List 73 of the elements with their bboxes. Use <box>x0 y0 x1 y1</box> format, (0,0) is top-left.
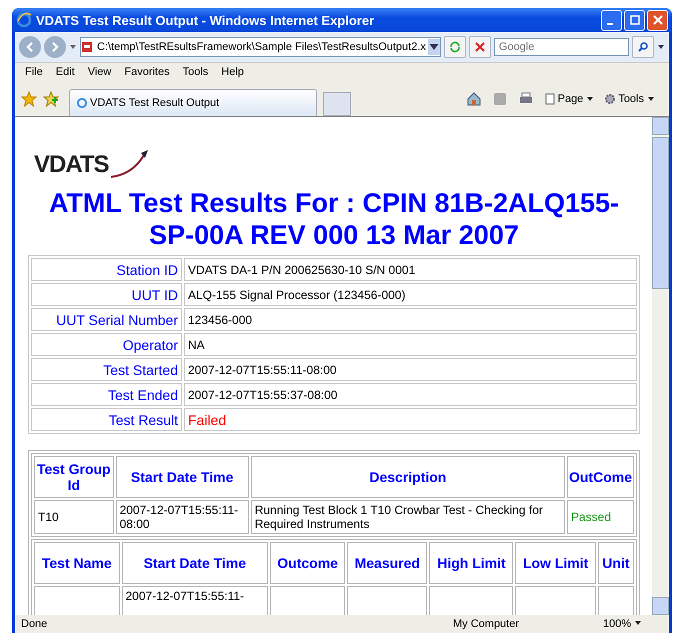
column-header: Outcome <box>270 542 346 584</box>
menu-item[interactable]: Edit <box>56 66 75 78</box>
menu-item[interactable]: Favorites <box>124 66 170 78</box>
caret-icon <box>634 619 642 627</box>
dropdown-icon[interactable] <box>657 43 665 51</box>
field-value: 123456-000 <box>184 308 637 331</box>
scrollbar[interactable] <box>652 117 669 615</box>
gear-icon <box>604 92 616 104</box>
home-icon[interactable] <box>466 90 482 106</box>
logo: VDATS <box>34 139 149 179</box>
page-menu[interactable]: Page <box>544 92 594 104</box>
field-value: 2007-12-07T15:55:11-08:00 <box>184 358 637 381</box>
page-heading: ATML Test Results For : CPIN 81B-2ALQ155-SP-00A REV 000 13 Mar 2007 <box>48 187 620 251</box>
column-header: Description <box>250 456 565 498</box>
star-icon[interactable] <box>21 90 37 106</box>
refresh-icon <box>448 41 461 53</box>
page-icon <box>544 92 556 104</box>
browser-icon <box>76 97 88 109</box>
file-icon <box>81 41 93 53</box>
column-header: Measured <box>347 542 428 584</box>
add-favorite-icon[interactable] <box>43 90 59 106</box>
menu-item[interactable]: Tools <box>182 66 208 78</box>
field-label: Operator <box>31 333 182 356</box>
column-header: Unit <box>598 542 634 584</box>
close-icon <box>652 15 662 25</box>
field-label: UUT Serial Number <box>31 308 182 331</box>
caret-icon <box>647 94 655 102</box>
back-button[interactable] <box>19 36 41 58</box>
minimize-icon <box>607 23 613 25</box>
field-value: NA <box>184 333 637 356</box>
zoom-control[interactable]: 100% <box>603 618 663 630</box>
field-label: UUT ID <box>31 283 182 306</box>
stop-icon <box>474 41 486 53</box>
stop-button[interactable] <box>468 36 491 58</box>
table-cell: Passed <box>566 500 634 534</box>
field-value: 2007-12-07T15:55:37-08:00 <box>184 383 637 406</box>
column-header: Test Name <box>34 542 120 584</box>
browser-icon <box>16 12 32 28</box>
menu-item[interactable]: Help <box>221 66 244 78</box>
zone-label: My Computer <box>453 618 520 630</box>
column-header: Low Limit <box>515 542 596 584</box>
column-header: OutCome <box>566 456 634 498</box>
field-label: Test Result <box>31 408 182 431</box>
close-button[interactable] <box>647 10 668 30</box>
maximize-button[interactable] <box>624 10 645 30</box>
window-title: VDATS Test Result Output - Windows Internet Explorer <box>36 12 376 28</box>
column-header: Test Group Id <box>34 456 114 498</box>
field-value: VDATS DA-1 P/N 200625630-10 S/N 0001 <box>184 258 637 281</box>
minimize-button[interactable] <box>601 10 622 30</box>
field-value: Failed <box>184 408 637 431</box>
maximize-icon <box>630 15 640 25</box>
address-field[interactable]: C:\temp\TestREsultsFramework\Sample Files\TestResultsOutput2.x <box>80 37 441 57</box>
menu-item[interactable]: View <box>88 66 112 78</box>
field-value: ALQ-155 Signal Processor (123456-000) <box>184 283 637 306</box>
column-header: High Limit <box>429 542 514 584</box>
table-cell: T10 <box>34 500 114 534</box>
table-cell: 2007-12-07T15:55:11-08:00 <box>116 500 249 534</box>
browser-tab[interactable]: VDATS Test Result Output <box>69 89 317 116</box>
field-label: Test Started <box>31 358 182 381</box>
search-field[interactable]: Google <box>494 38 629 56</box>
tools-menu[interactable]: Tools <box>604 92 655 104</box>
status-text: Done <box>21 618 48 630</box>
menu-item[interactable]: File <box>25 66 43 78</box>
dropdown-icon[interactable] <box>428 39 440 55</box>
column-header: Start Date Time <box>116 456 249 498</box>
search-icon <box>637 41 649 53</box>
column-header: Start Date Time <box>122 542 268 584</box>
field-label: Test Ended <box>31 383 182 406</box>
table-cell: Running Test Block 1 T10 Crowbar Test - Checking for Required Instruments <box>250 500 565 534</box>
field-label: Station ID <box>31 258 182 281</box>
forward-button[interactable] <box>44 36 66 58</box>
search-button[interactable] <box>632 36 654 58</box>
caret-icon <box>586 94 594 102</box>
